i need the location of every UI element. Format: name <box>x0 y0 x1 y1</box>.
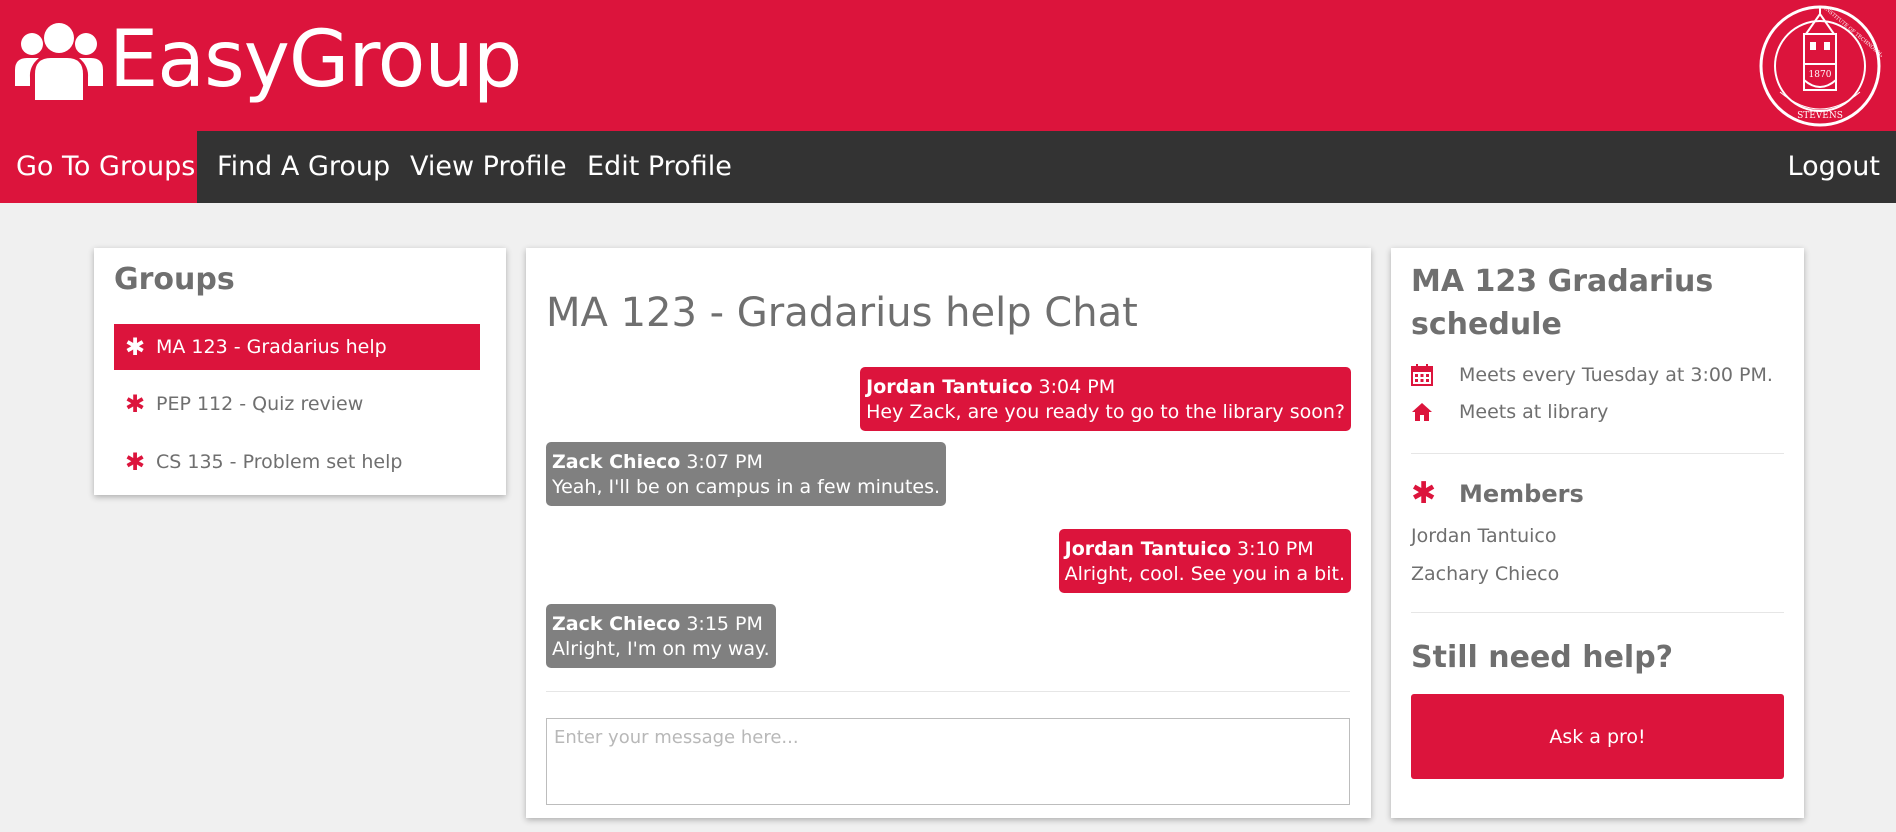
asterisk-icon: ✱ <box>124 390 146 418</box>
message-text: Yeah, I'll be on campus in a few minutes… <box>552 476 941 498</box>
meeting-time-row: Meets every Tuesday at 3:00 PM. <box>1411 364 1773 386</box>
message-time: 3:07 PM <box>686 451 763 473</box>
seal-year: 1870 <box>1809 70 1832 80</box>
calendar-icon <box>1411 364 1459 386</box>
message-text: Alright, I'm on my way. <box>552 638 770 660</box>
message-time: 3:15 PM <box>686 613 763 635</box>
message-sender: Jordan Tantuico <box>1064 538 1231 560</box>
schedule-title: MA 123 Gradarius schedule <box>1411 264 1714 342</box>
main-nav: Go To Groups Find A Group View Profile E… <box>0 131 1896 203</box>
chat-message: Jordan Tantuico 3:04 PM Hey Zack, are yo… <box>860 367 1351 431</box>
divider <box>546 691 1350 692</box>
help-title: Still need help? <box>1411 640 1674 675</box>
chat-message: Zack Chieco 3:07 PM Yeah, I'll be on cam… <box>546 442 947 506</box>
member-name: Zachary Chieco <box>1411 563 1560 585</box>
ask-a-pro-button[interactable]: Ask a pro! <box>1411 694 1784 779</box>
nav-go-to-groups[interactable]: Go To Groups <box>0 131 197 203</box>
divider <box>1411 612 1784 613</box>
group-item-pep112[interactable]: ✱ PEP 112 - Quiz review <box>114 381 480 427</box>
meeting-place-text: Meets at library <box>1459 401 1609 423</box>
group-item-label: PEP 112 - Quiz review <box>156 393 364 415</box>
member-name: Jordan Tantuico <box>1411 525 1557 547</box>
nav-view-profile[interactable]: View Profile <box>410 131 567 203</box>
nav-find-a-group[interactable]: Find A Group <box>217 131 390 203</box>
groups-panel: Groups ✱ MA 123 - Gradarius help ✱ PEP 1… <box>94 248 506 495</box>
group-item-label: MA 123 - Gradarius help <box>156 336 387 358</box>
app-header: EasyGroup 1870 STEVENS INSTITUTE OF TECH… <box>0 0 1896 131</box>
home-icon <box>1411 402 1459 422</box>
app-title: EasyGroup <box>109 15 522 105</box>
asterisk-icon: ✱ <box>1411 476 1437 511</box>
message-sender: Zack Chieco <box>552 613 681 635</box>
asterisk-icon: ✱ <box>124 448 146 476</box>
brand[interactable]: EasyGroup <box>15 15 522 105</box>
nav-edit-profile[interactable]: Edit Profile <box>587 131 732 203</box>
chat-title: MA 123 - Gradarius help Chat <box>546 290 1138 336</box>
divider <box>1411 453 1784 454</box>
group-item-ma123[interactable]: ✱ MA 123 - Gradarius help <box>114 324 480 370</box>
chat-message: Zack Chieco 3:15 PM Alright, I'm on my w… <box>546 604 776 668</box>
users-group-icon <box>15 23 103 100</box>
message-time: 3:10 PM <box>1237 538 1314 560</box>
schedule-panel: MA 123 Gradarius schedule Meets every Tu… <box>1391 248 1804 818</box>
message-sender: Zack Chieco <box>552 451 681 473</box>
meeting-time-text: Meets every Tuesday at 3:00 PM. <box>1459 364 1773 386</box>
logout-link[interactable]: Logout <box>1788 131 1880 203</box>
meeting-place-row: Meets at library <box>1411 401 1608 423</box>
members-heading: ✱ Members <box>1411 476 1584 511</box>
chat-message: Jordan Tantuico 3:10 PM Alright, cool. S… <box>1058 529 1351 593</box>
message-text: Alright, cool. See you in a bit. <box>1064 563 1345 585</box>
group-item-label: CS 135 - Problem set help <box>156 451 403 473</box>
chat-panel: MA 123 - Gradarius help Chat Jordan Tant… <box>526 248 1371 818</box>
stevens-seal-icon: 1870 STEVENS INSTITUTE OF TECHNOLOGY <box>1759 5 1882 127</box>
groups-title: Groups <box>114 262 235 297</box>
asterisk-icon: ✱ <box>124 333 146 361</box>
message-input[interactable] <box>546 718 1350 805</box>
message-text: Hey Zack, are you ready to go to the lib… <box>866 401 1345 423</box>
message-sender: Jordan Tantuico <box>866 376 1033 398</box>
group-item-cs135[interactable]: ✱ CS 135 - Problem set help <box>114 439 480 485</box>
message-time: 3:04 PM <box>1038 376 1116 398</box>
members-title: Members <box>1459 479 1584 508</box>
seal-name: STEVENS <box>1797 111 1843 121</box>
